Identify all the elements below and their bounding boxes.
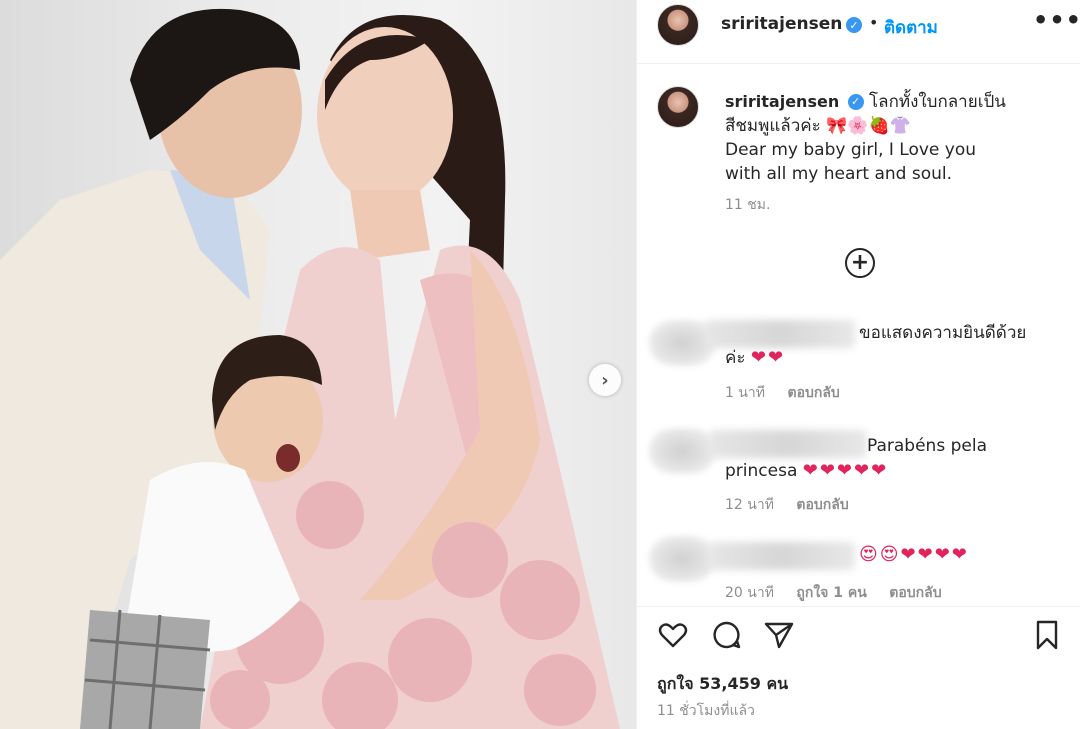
family-photo-illustration <box>0 8 620 729</box>
verified-badge-icon: ✓ <box>847 94 864 110</box>
reply-button[interactable]: ตอบกลับ <box>787 385 839 401</box>
heart-emoji-icon: ❤❤ <box>750 347 786 368</box>
post-photo[interactable]: › <box>0 0 636 729</box>
comment-likes[interactable]: ถูกใจ 1 คน <box>796 585 866 601</box>
caption-avatar[interactable] <box>657 86 699 128</box>
caption-timestamp: 11 ชม. <box>725 197 771 213</box>
caption-line-3: Dear my baby girl, I Love you <box>725 140 977 160</box>
comment-time: 12 นาที <box>725 497 774 513</box>
comment-meta: 1 นาที ตอบกลับ <box>725 382 858 404</box>
caption-line-1: โลกทั้งใบกลายเป็น <box>869 92 1006 112</box>
caption-text: sriritajensen ✓ โลกทั้งใบกลายเป็น สีชมพู… <box>725 90 1045 186</box>
post-actions-bar <box>637 606 1080 664</box>
comment-text-line-2: princesa ❤❤❤❤❤ <box>725 460 889 481</box>
reply-button[interactable]: ตอบกลับ <box>796 497 848 513</box>
comment-time: 20 นาที <box>725 585 774 601</box>
heart-emoji-icon: ❤❤❤❤❤ <box>802 460 889 481</box>
comment-text-line-2: ค่ะ ❤❤ <box>725 347 786 368</box>
comment-bubble-icon[interactable] <box>711 619 743 651</box>
comment-username-blurred[interactable] <box>705 320 855 348</box>
comment-time: 1 นาที <box>725 385 766 401</box>
comment-meta: 20 นาที ถูกใจ 1 คน ตอบกลับ <box>725 582 960 604</box>
likes-count[interactable]: ถูกใจ 53,459 คน <box>657 672 788 697</box>
caption-emoji: 🎀🌸🍓👚 <box>826 116 911 136</box>
post-header: sriritajensen ✓ • ติดตาม ••• <box>637 0 1080 64</box>
heart-emoji-icon: 😍😍❤❤❤❤ <box>859 544 969 565</box>
comment-text-line-1: 😍😍❤❤❤❤ <box>859 542 969 568</box>
separator-dot: • <box>869 13 879 32</box>
load-more-comments-icon[interactable]: + <box>845 248 875 278</box>
comment-meta: 12 นาที ตอบกลับ <box>725 494 867 516</box>
comment-text-line-1: Parabéns pela <box>867 436 987 456</box>
author-username[interactable]: sriritajensen <box>721 14 842 34</box>
comment-username-blurred[interactable] <box>709 430 867 458</box>
caption-line-4: with all my heart and soul. <box>725 164 953 184</box>
comment-avatar-blurred[interactable] <box>649 536 715 582</box>
next-photo-button[interactable]: › <box>589 364 621 396</box>
comment-username-blurred[interactable] <box>709 542 855 570</box>
post-side-panel: sriritajensen ✓ • ติดตาม ••• sriritajens… <box>636 0 1080 729</box>
comment-text-line-1: ขอแสดงความยินดีด้วย <box>859 323 1027 343</box>
reply-button[interactable]: ตอบกลับ <box>889 585 941 601</box>
caption-username[interactable]: sriritajensen <box>725 92 839 111</box>
more-options-icon[interactable]: ••• <box>1033 6 1080 34</box>
heart-outline-icon[interactable] <box>657 619 689 651</box>
caption-line-2: สีชมพูแล้วค่ะ <box>725 116 821 136</box>
verified-badge-icon: ✓ <box>846 17 862 33</box>
follow-button[interactable]: ติดตาม <box>884 14 938 41</box>
bookmark-icon[interactable] <box>1031 619 1063 651</box>
comment-avatar-blurred[interactable] <box>649 428 715 474</box>
author-avatar[interactable] <box>657 4 699 46</box>
posted-time: 11 ชั่วโมงที่แล้ว <box>657 703 755 719</box>
paper-plane-icon[interactable] <box>763 619 795 651</box>
